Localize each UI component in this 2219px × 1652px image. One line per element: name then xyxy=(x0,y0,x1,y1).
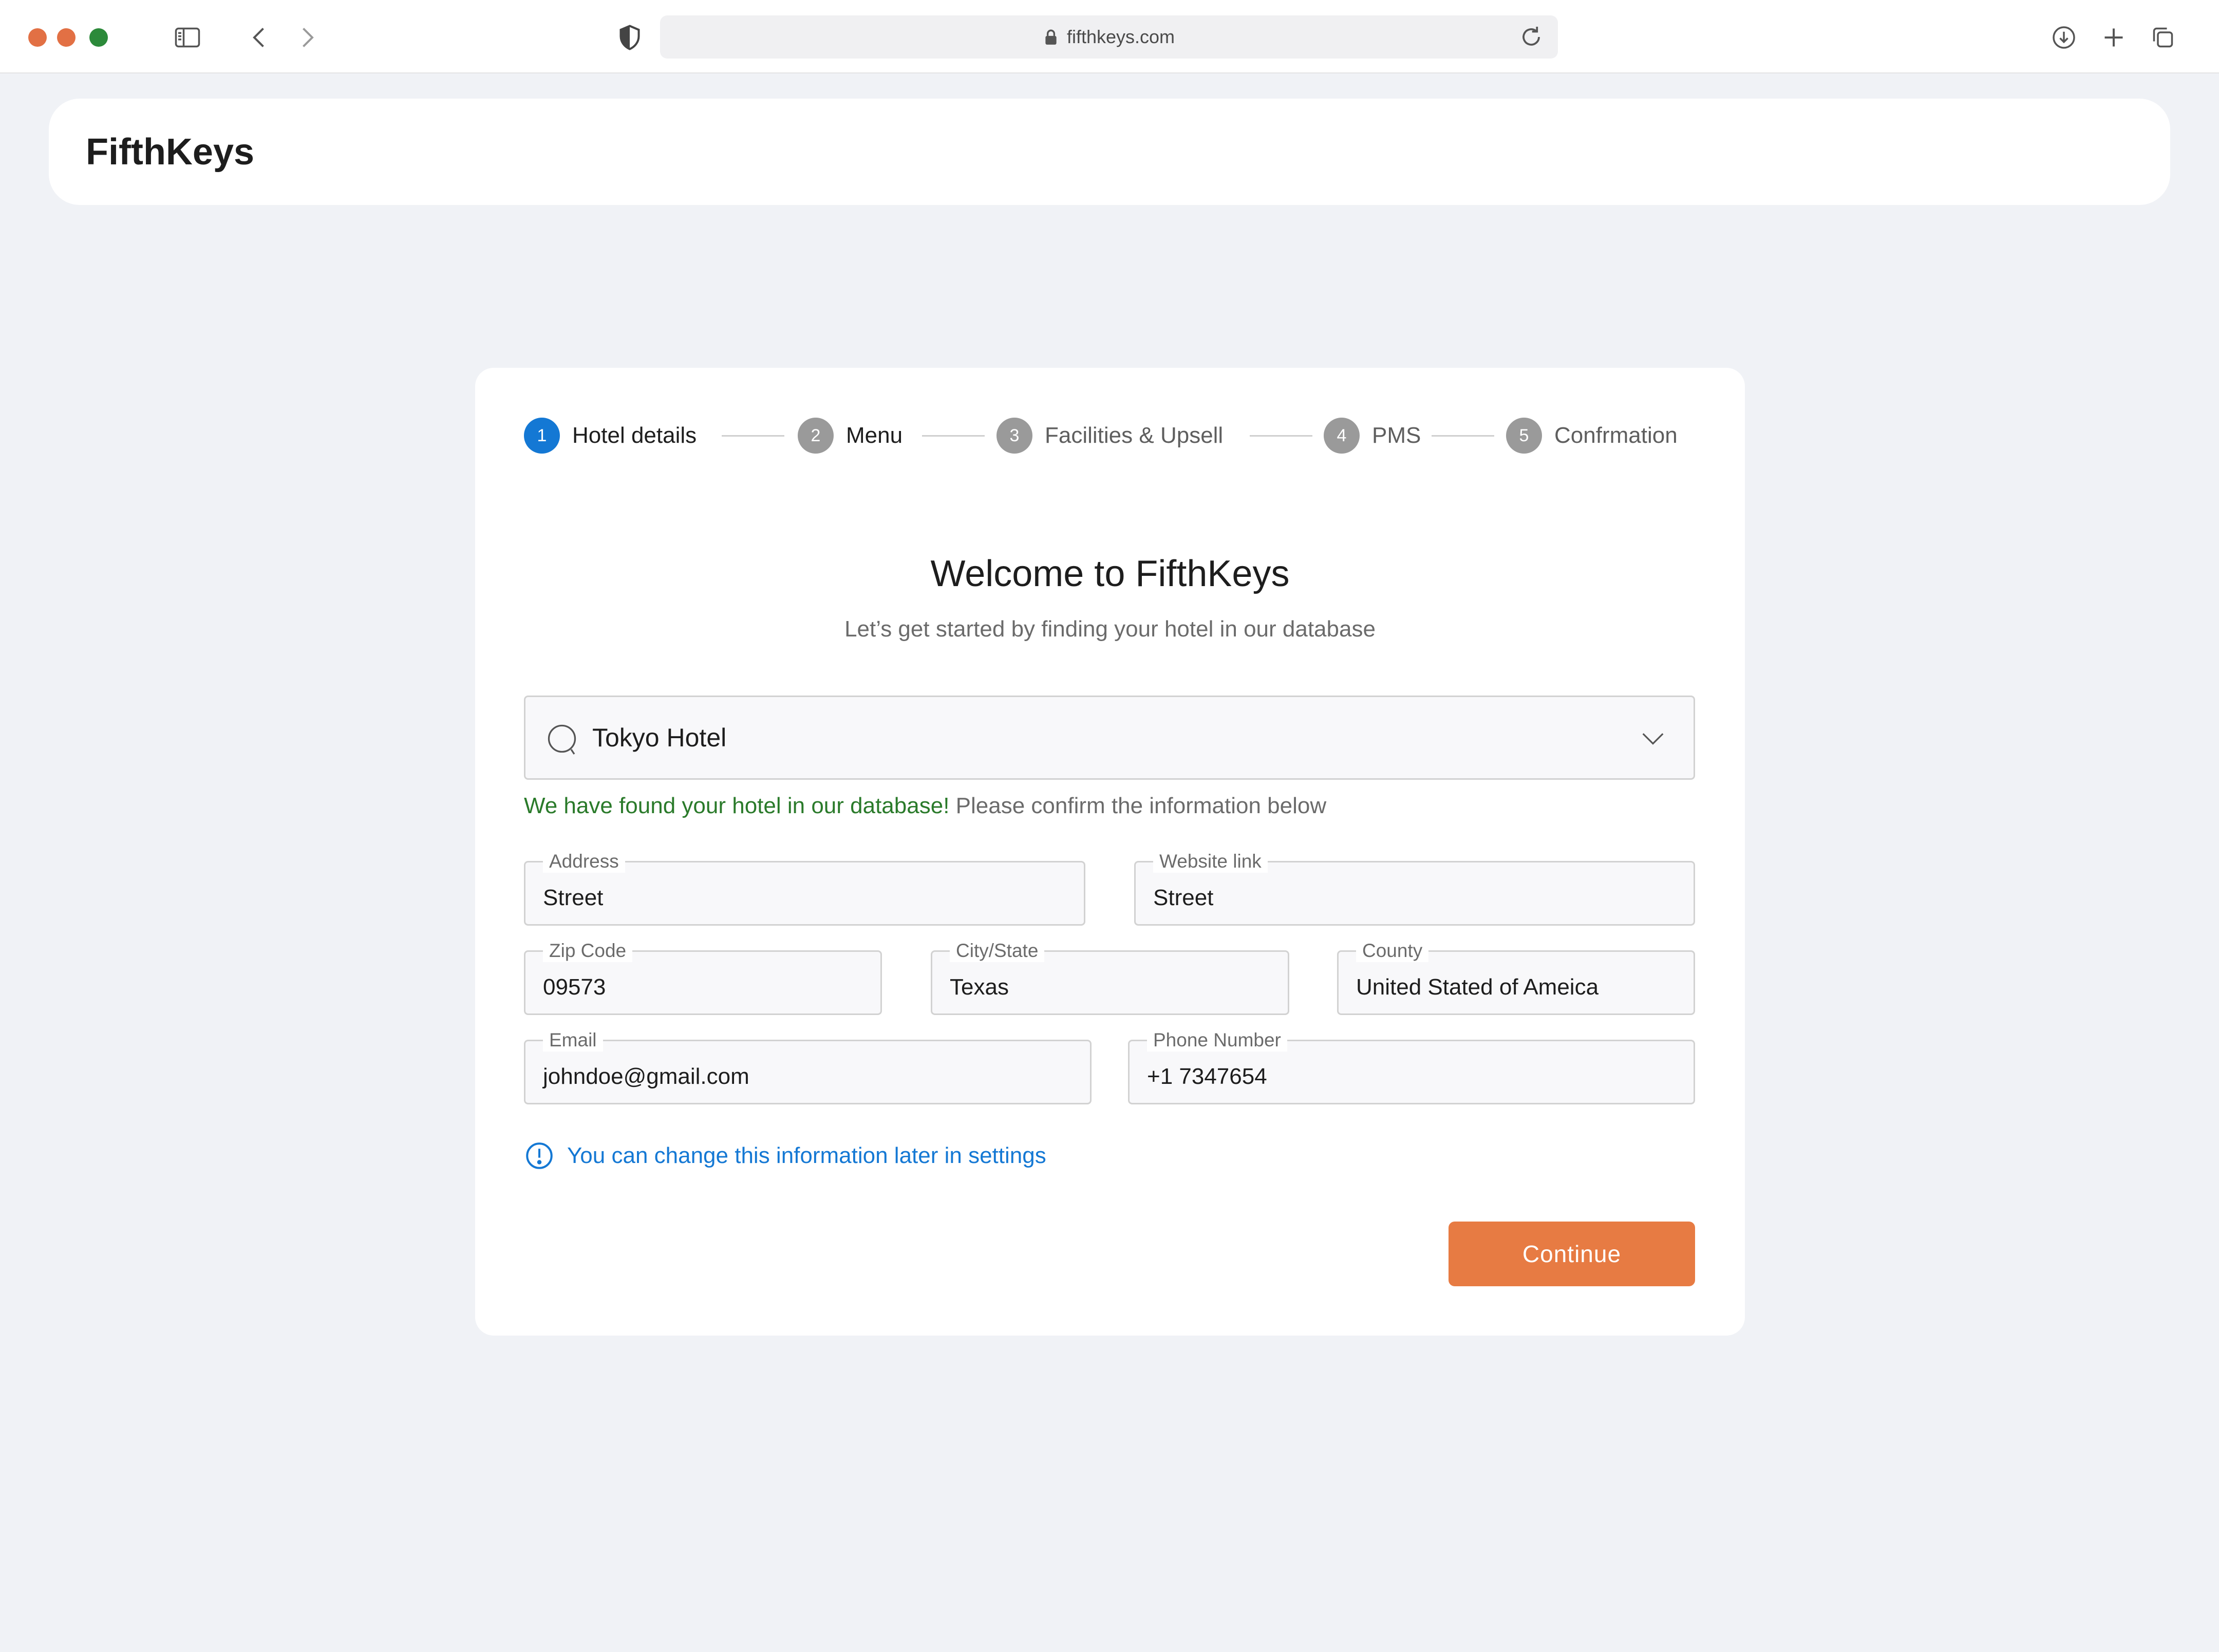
step-connector xyxy=(722,435,784,437)
step-connector xyxy=(1432,435,1494,437)
info-icon xyxy=(526,1142,553,1169)
reload-icon[interactable] xyxy=(1516,22,1547,52)
website-link-field[interactable]: Website link Street xyxy=(1134,850,1695,926)
hotel-search-value: Tokyo Hotel xyxy=(592,723,727,752)
step-label: Facilities & Upsell xyxy=(1045,423,1224,448)
page-title: Welcome to FifthKeys xyxy=(930,553,1290,594)
lock-icon xyxy=(1045,29,1057,45)
county-value: United Stated of Ameica xyxy=(1356,974,1599,1000)
step-label: Hotel details xyxy=(572,423,697,448)
back-icon[interactable] xyxy=(242,21,276,54)
close-window-button[interactable] xyxy=(28,28,47,47)
phone-number-field[interactable]: Phone Number +1 7347654 xyxy=(1128,1029,1695,1104)
address-bar[interactable]: fifthkeys.com xyxy=(660,15,1558,59)
step-facilities-upsell[interactable]: 3 Facilities & Upsell xyxy=(996,416,1223,455)
step-hotel-details[interactable]: 1 Hotel details xyxy=(524,416,697,455)
step-pms[interactable]: 4 PMS xyxy=(1324,416,1421,455)
city-state-field[interactable]: City/State Texas xyxy=(931,940,1289,1015)
step-menu[interactable]: 2 Menu xyxy=(798,416,902,455)
city-state-value: Texas xyxy=(950,974,1009,1000)
downloads-icon[interactable] xyxy=(2047,21,2081,54)
new-tab-icon[interactable] xyxy=(2097,21,2131,54)
step-label: Menu xyxy=(846,423,903,448)
shield-icon[interactable] xyxy=(613,21,647,54)
address-field[interactable]: Address Street xyxy=(524,850,1085,926)
search-icon xyxy=(548,724,576,755)
tabs-overview-icon[interactable] xyxy=(2146,21,2180,54)
browser-toolbar: fifthkeys.com xyxy=(0,0,2219,73)
step-label: Confrmation xyxy=(1554,423,1678,448)
hotel-found-message: We have found your hotel in our database… xyxy=(524,793,1326,819)
continue-button[interactable]: Continue xyxy=(1449,1222,1695,1286)
settings-info-note: You can change this information later in… xyxy=(524,1140,1046,1171)
step-number: 4 xyxy=(1324,418,1360,454)
progress-stepper: 1 Hotel details 2 Menu 3 Facilities & Up… xyxy=(524,416,1696,455)
step-connector xyxy=(1250,435,1312,437)
email-value: johndoe@gmail.com xyxy=(543,1064,749,1089)
page-subtitle: Let’s get started by finding your hotel … xyxy=(844,616,1376,642)
hotel-search-select[interactable]: Tokyo Hotel xyxy=(524,696,1695,780)
step-label: PMS xyxy=(1372,423,1421,448)
logo[interactable]: FifthKeys xyxy=(86,99,254,205)
website-link-value: Street xyxy=(1153,885,1214,910)
chevron-down-icon[interactable] xyxy=(1638,724,1668,754)
app-header: FifthKeys xyxy=(49,99,2170,205)
step-number: 1 xyxy=(524,418,560,454)
step-number: 3 xyxy=(996,418,1032,454)
forward-icon[interactable] xyxy=(290,21,324,54)
address-value: Street xyxy=(543,885,604,910)
phone-number-value: +1 7347654 xyxy=(1147,1064,1267,1089)
maximize-window-button[interactable] xyxy=(89,28,108,47)
minimize-window-button[interactable] xyxy=(57,28,76,47)
settings-info-text: You can change this information later in… xyxy=(567,1143,1046,1168)
step-number: 5 xyxy=(1506,418,1542,454)
county-field[interactable]: County United Stated of Ameica xyxy=(1337,940,1695,1015)
onboarding-card: 1 Hotel details 2 Menu 3 Facilities & Up… xyxy=(475,368,1745,1336)
step-connector xyxy=(922,435,985,437)
zip-code-field[interactable]: Zip Code 09573 xyxy=(524,940,882,1015)
step-number: 2 xyxy=(798,418,834,454)
zip-code-value: 09573 xyxy=(543,974,606,1000)
step-confirmation[interactable]: 5 Confrmation xyxy=(1506,416,1678,455)
url-text: fifthkeys.com xyxy=(1066,26,1175,47)
sidebar-toggle-icon[interactable] xyxy=(171,21,204,54)
hotel-found-instruction: Please confirm the information below xyxy=(949,793,1327,818)
email-field[interactable]: Email johndoe@gmail.com xyxy=(524,1029,1092,1104)
hotel-found-highlight: We have found your hotel in our database… xyxy=(524,793,950,818)
